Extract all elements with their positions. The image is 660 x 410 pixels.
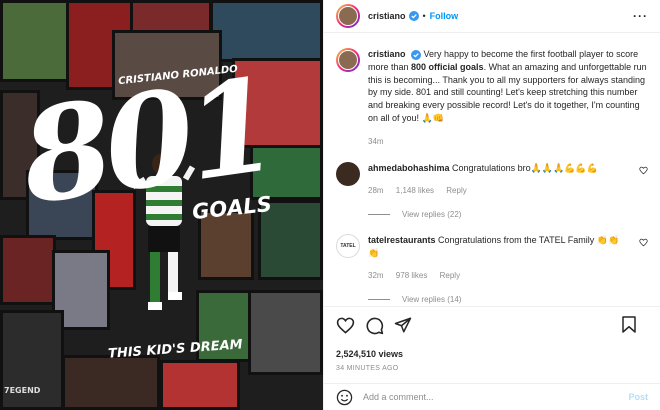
collage-tile [0,310,64,410]
share-send-icon[interactable] [394,316,412,334]
emoji-smiley-icon[interactable] [336,389,353,406]
comment-username[interactable]: ahmedabohashima [368,163,450,173]
collage-tile [0,235,56,305]
comment-likes[interactable]: 1,148 likes [396,186,434,195]
caption-bold-part: 800 official goals [411,61,484,72]
add-comment-bar: Add a comment... Post [324,383,660,410]
comment-avatar[interactable]: TATEL [336,234,360,258]
post-timestamp: 34 MINUTES AGO [336,365,399,372]
comment-reply-button[interactable]: Reply [440,271,460,280]
bookmark-icon[interactable] [620,315,638,334]
post-image[interactable]: CRISTIANO RONALDO 801 GOALS THIS KID'S D… [0,0,323,410]
view-replies-link[interactable]: View replies (14) [368,295,648,304]
comment-text: Congratulations bro🙏🙏🙏💪💪💪 [452,163,598,173]
more-options-icon[interactable]: ··· [633,9,648,23]
verified-badge-icon [408,11,419,21]
post-caption: cristiano Very happy to become the first… [336,48,648,146]
replies-divider [368,214,390,216]
view-replies-link[interactable]: View replies (22) [368,210,648,219]
replies-divider [368,298,390,300]
avatar[interactable] [336,4,360,28]
comment-like-icon[interactable] [639,166,648,175]
separator-dot: • [422,11,426,21]
view-replies-label[interactable]: View replies (14) [402,295,461,304]
collage-tile [160,360,240,410]
comment-likes[interactable]: 978 likes [396,271,428,280]
collage-tile [62,355,160,410]
post-header: cristiano • Follow ··· [324,0,660,33]
caption-text: cristiano Very happy to become the first… [368,48,648,125]
comment-input[interactable]: Add a comment... [363,392,628,402]
comment-reply-button[interactable]: Reply [446,186,466,195]
comment-like-icon[interactable] [639,238,648,247]
header-username[interactable]: cristiano [368,11,406,21]
follow-button[interactable]: Follow [430,11,459,21]
comment-username[interactable]: tatelrestaurants [368,235,436,245]
tatel-logo: TATEL [340,243,356,249]
action-bar: 2,524,510 views 34 MINUTES AGO [324,306,660,372]
comment-time: 28m [368,185,384,195]
verified-badge-icon [411,49,422,60]
comment-item: ahmedabohashima Congratulations bro🙏🙏🙏💪💪… [336,162,648,219]
post-side-panel: cristiano • Follow ··· cristiano Very ha… [323,0,660,410]
collage-tile [210,0,323,62]
comment-avatar[interactable] [336,162,360,186]
post-comment-button[interactable]: Post [628,392,648,402]
image-edition-text: 7EGEND [4,386,41,395]
caption-time: 34m [368,136,384,146]
view-replies-label[interactable]: View replies (22) [402,210,461,219]
views-count[interactable]: 2,524,510 views [336,349,648,359]
comment-time: 32m [368,270,384,280]
collage-tile [248,290,323,375]
collage-tile [0,0,70,82]
like-heart-icon[interactable] [336,316,355,335]
caption-username[interactable]: cristiano [368,49,406,59]
caption-avatar[interactable] [336,48,360,72]
comment-bubble-icon[interactable] [365,316,384,335]
comment-item: TATEL tatelrestaurants Congratulations f… [336,234,648,304]
